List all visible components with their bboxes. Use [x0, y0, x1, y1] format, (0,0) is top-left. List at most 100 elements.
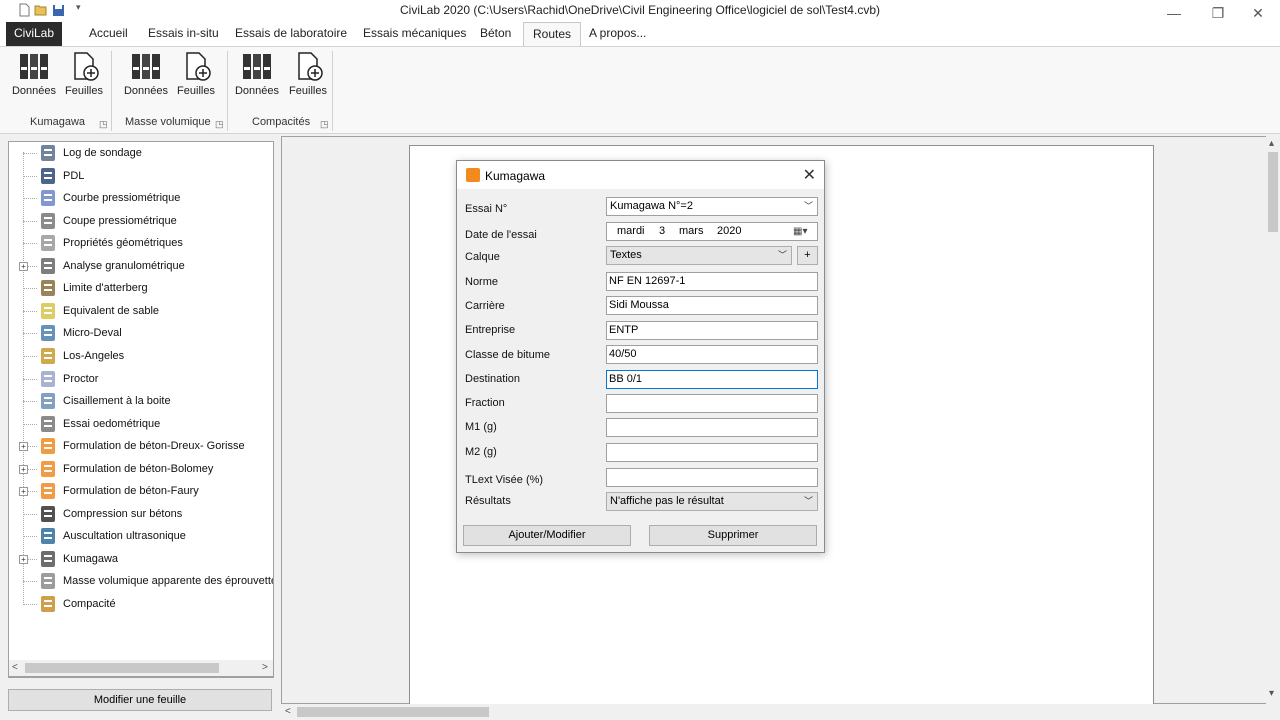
classe-bitume-input[interactable]: 40/50 — [606, 345, 818, 364]
tree-item-label: Equivalent de sable — [63, 304, 160, 317]
tree-item[interactable]: Auscultation ultrasonique — [9, 525, 273, 547]
add-modify-button[interactable]: Ajouter/Modifier — [463, 525, 631, 546]
ribbon: Données Feuilles Kumagawa ◳ Données Feui… — [0, 46, 1280, 134]
scroll-left-icon[interactable]: < — [285, 706, 291, 717]
scroll-right-icon[interactable]: > — [262, 662, 268, 673]
tree-item[interactable]: Compression sur bétons — [9, 503, 273, 525]
tree-item-label: Los-Angeles — [63, 349, 125, 362]
sand-icon — [41, 302, 55, 319]
entreprise-input[interactable]: ENTP — [606, 321, 818, 340]
dialog-launcher-icon[interactable]: ◳ — [215, 119, 224, 130]
carriere-input[interactable]: Sidi Moussa — [606, 296, 818, 315]
tree-item[interactable]: + Formulation de béton-Faury — [9, 480, 273, 502]
group-label-masse-volumique: Masse volumique — [125, 116, 211, 128]
tree-item[interactable]: Log de sondage — [9, 142, 273, 164]
tree-item[interactable]: + Kumagawa — [9, 548, 273, 570]
tree-guide-line — [23, 513, 37, 515]
scroll-left-icon[interactable]: < — [12, 662, 18, 673]
tree-item[interactable]: + Formulation de béton-Bolomey — [9, 458, 273, 480]
tree-item[interactable]: Essai oedométrique — [9, 413, 273, 435]
dialog-launcher-icon[interactable]: ◳ — [320, 119, 329, 130]
compacites-feuilles-button[interactable]: Feuilles — [284, 51, 332, 103]
scroll-down-icon[interactable]: ▾ — [1269, 688, 1274, 699]
resultats-select[interactable]: N'affiche pas le résultat ﹀ — [606, 492, 818, 511]
tree-item[interactable]: Courbe pressiométrique — [9, 187, 273, 209]
tree-item[interactable]: Masse volumique apparente des éprouvette… — [9, 570, 273, 592]
ultrasonic-icon — [41, 528, 55, 545]
m1-input[interactable] — [606, 418, 818, 437]
add-calque-button[interactable]: + — [797, 246, 818, 265]
delete-button[interactable]: Supprimer — [649, 525, 817, 546]
date-picker[interactable]: mardi 3 mars 2020 ▦▾ — [606, 222, 818, 241]
masse-donnees-button[interactable]: Données — [122, 51, 170, 103]
expand-icon[interactable]: + — [19, 464, 28, 474]
kumagawa-donnees-button[interactable]: Données — [10, 51, 58, 103]
label-m2: M2 (g) — [465, 446, 497, 458]
tree-guide-line — [23, 401, 37, 403]
ribbon-tabs: CiviLab Accueil Essais in-situ Essais de… — [0, 22, 1280, 47]
probe-icon — [41, 212, 55, 229]
tree-item[interactable]: Propriétés géométriques — [9, 232, 273, 254]
tree-item[interactable]: Micro-Deval — [9, 322, 273, 344]
tab-beton[interactable]: Béton — [471, 22, 520, 46]
tab-accueil[interactable]: Accueil — [80, 22, 137, 46]
tab-routes[interactable]: Routes — [523, 22, 582, 47]
label-classe-bitume: Classe de bitume — [465, 349, 550, 361]
calque-select[interactable]: Textes ﹀ — [606, 246, 792, 265]
tree-item[interactable]: Limite d'atterberg — [9, 277, 273, 299]
expand-icon[interactable]: + — [19, 554, 28, 564]
tree-item-label: Compacité — [63, 598, 116, 610]
tree-item[interactable]: Compacité — [9, 593, 273, 615]
masse-feuilles-button[interactable]: Feuilles — [172, 51, 220, 103]
scroll-thumb[interactable] — [1268, 152, 1278, 232]
tree-item[interactable]: Los-Angeles — [9, 345, 273, 367]
essai-select[interactable]: Kumagawa N°=2 ﹀ — [606, 197, 818, 216]
tree-item[interactable]: PDL — [9, 165, 273, 187]
atterberg-icon — [41, 280, 55, 297]
scroll-thumb[interactable] — [25, 663, 219, 673]
tree-item[interactable]: Coupe pressiométrique — [9, 210, 273, 232]
tree-item[interactable]: Proctor — [9, 368, 273, 390]
vertical-scrollbar[interactable]: ▴ ▾ — [1266, 136, 1280, 704]
tree-guide-line — [23, 378, 37, 380]
tree-view[interactable]: Log de sondage PDL Courbe pressiométrique C… — [8, 141, 274, 678]
expand-icon[interactable]: + — [19, 487, 28, 497]
kumagawa-feuilles-button[interactable]: Feuilles — [60, 51, 108, 103]
ribbon-separator — [227, 51, 228, 131]
tree-item-label: Formulation de béton-Dreux- Gorisse — [63, 440, 245, 453]
tree-item[interactable]: + Analyse granulométrique — [9, 255, 273, 277]
expand-icon[interactable]: + — [19, 261, 28, 271]
tlext-input[interactable] — [606, 468, 818, 487]
binders-icon — [20, 54, 48, 79]
norme-input[interactable]: NF EN 12697-1 — [606, 272, 818, 291]
tree-guide-line — [23, 333, 37, 335]
horizontal-scrollbar[interactable]: < — [281, 704, 1269, 720]
destination-input[interactable]: BB 0/1 — [606, 370, 818, 389]
tab-essais-laboratoire[interactable]: Essais de laboratoire — [226, 22, 356, 46]
tab-a-propos[interactable]: A propos... — [580, 22, 655, 46]
tree-horizontal-scrollbar[interactable]: < > — [8, 660, 274, 677]
tree-item-label: Compression sur bétons — [63, 507, 183, 520]
tree-item[interactable]: Equivalent de sable — [9, 300, 273, 322]
label-entreprise: Entreprise — [465, 324, 516, 336]
scroll-up-icon[interactable]: ▴ — [1269, 138, 1274, 149]
label-date: Date de l'essai — [465, 229, 537, 241]
ribbon-separator — [332, 51, 333, 131]
tab-file[interactable]: CiviLab — [6, 22, 62, 46]
tree-item[interactable]: + Formulation de béton-Dreux- Gorisse — [9, 435, 273, 457]
dialog-close-icon[interactable]: ✕ — [803, 165, 816, 185]
calendar-icon[interactable]: ▦▾ — [793, 223, 807, 240]
tab-essais-in-situ[interactable]: Essais in-situ — [139, 22, 228, 46]
concrete-truck-icon — [41, 483, 55, 500]
compacites-donnees-button[interactable]: Données — [233, 51, 281, 103]
chevron-down-icon: ﹀ — [777, 250, 787, 260]
m2-input[interactable] — [606, 443, 818, 462]
fraction-input[interactable] — [606, 394, 818, 413]
dialog-launcher-icon[interactable]: ◳ — [99, 119, 108, 130]
log-icon — [41, 145, 55, 161]
scroll-thumb[interactable] — [297, 707, 489, 717]
expand-icon[interactable]: + — [19, 442, 28, 452]
tree-item[interactable]: Cisaillement à la boite — [9, 390, 273, 412]
tab-essais-mecaniques[interactable]: Essais mécaniques — [354, 22, 475, 46]
modify-sheet-button[interactable]: Modifier une feuille — [8, 689, 272, 711]
